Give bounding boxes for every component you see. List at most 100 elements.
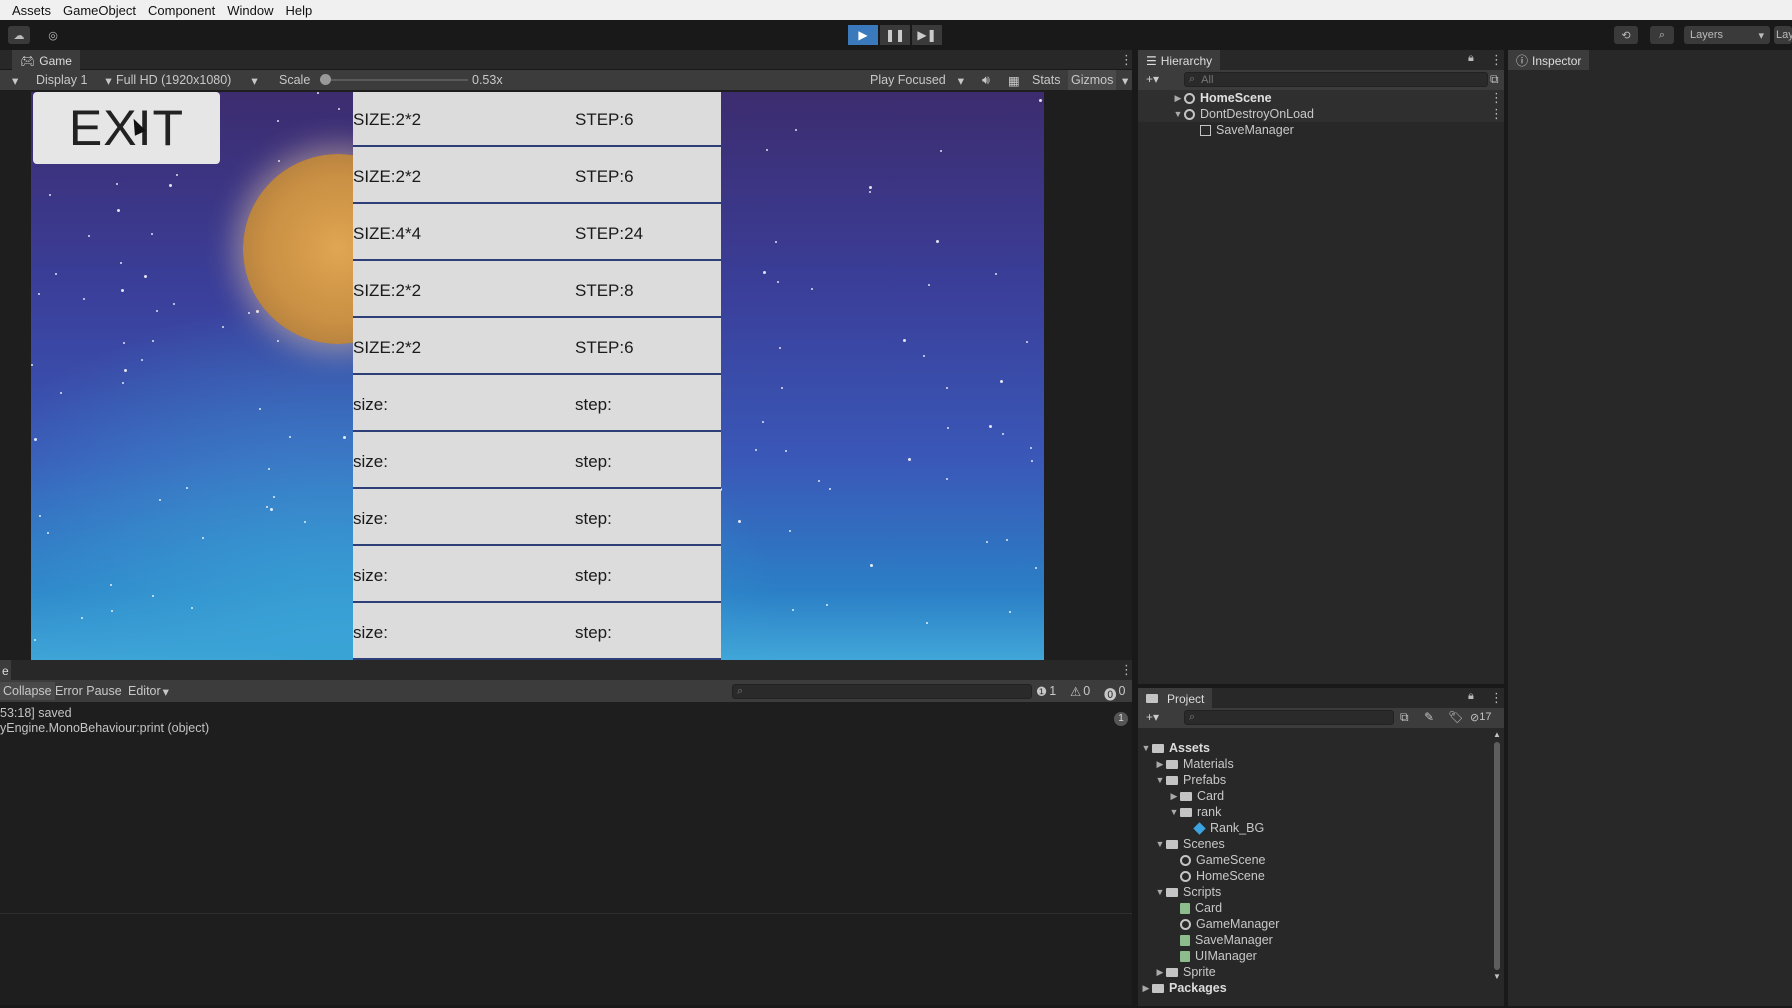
project-tree-item[interactable]: ▶ Card	[1138, 788, 1504, 804]
search-by-label-icon[interactable]: ✎	[1424, 710, 1434, 724]
cloud-icon[interactable]: ☁	[8, 26, 30, 44]
expand-arrow-icon[interactable]: ▶	[1154, 967, 1166, 978]
collapse-button[interactable]: Collapse	[0, 682, 55, 700]
collapse-arrow-icon[interactable]: ▼	[1172, 109, 1184, 119]
tag-icon[interactable]: 🏷︎	[1448, 710, 1463, 724]
collapse-arrow-icon[interactable]: ▼	[1154, 839, 1166, 849]
project-search-input[interactable]: ⌕	[1184, 710, 1394, 725]
audio-icon[interactable]: 🔊︎	[982, 70, 990, 90]
more-icon[interactable]: ⋮	[1120, 662, 1133, 678]
gameobject-icon	[1200, 124, 1211, 136]
project-tree-item[interactable]: ▼ Assets	[1138, 740, 1504, 756]
display-dropdown[interactable]: Display 1 ▾	[36, 70, 112, 90]
step-button[interactable]: ▶❚	[912, 25, 942, 45]
tab-inspector[interactable]: ⓘ Inspector	[1508, 50, 1590, 70]
info-count-toggle[interactable]: ❶ 1	[1036, 684, 1056, 699]
script-icon	[1180, 902, 1190, 914]
chevron-down-icon[interactable]: ▾	[1122, 70, 1128, 90]
project-tree-item[interactable]: HomeScene	[1138, 868, 1504, 884]
project-tree-item[interactable]: Rank_BG	[1138, 820, 1504, 836]
project-tree-item[interactable]: SaveManager	[1138, 932, 1504, 948]
scrollbar[interactable]	[1494, 742, 1500, 970]
collapse-arrow-icon[interactable]: ▼	[1168, 807, 1180, 817]
menu-component[interactable]: Component	[142, 3, 221, 18]
pause-button[interactable]: ❚❚	[880, 25, 910, 45]
lock-icon[interactable]: 🔒︎	[1468, 690, 1474, 703]
more-icon[interactable]: ⋮	[1490, 90, 1503, 106]
warning-count-toggle[interactable]: ⚠ 0	[1070, 684, 1090, 699]
rank-step: step:	[575, 395, 612, 414]
scroll-up-icon[interactable]: ▲	[1493, 730, 1501, 739]
layout-dropdown[interactable]: Lay	[1774, 26, 1792, 44]
console-divider	[0, 913, 1132, 914]
grid-icon[interactable]: ▦	[1008, 70, 1020, 90]
stats-button[interactable]: Stats	[1032, 70, 1061, 90]
more-icon[interactable]: ⋮	[1490, 52, 1503, 68]
tab-project[interactable]: Project	[1138, 688, 1213, 708]
search-icon[interactable]: ⌕	[1650, 26, 1674, 44]
star-dot	[755, 449, 757, 451]
collapse-arrow-icon[interactable]: ▼	[1154, 775, 1166, 785]
log-entry[interactable]: 53:18] saved yEngine.MonoBehaviour:print…	[0, 704, 1132, 736]
star-dot	[49, 194, 51, 196]
expand-arrow-icon[interactable]: ▶	[1168, 791, 1180, 802]
inspector-panel	[1508, 70, 1792, 1006]
gizmos-button[interactable]: Gizmos	[1068, 70, 1117, 90]
collapse-arrow-icon[interactable]: ▼	[1154, 887, 1166, 897]
add-dropdown[interactable]: +▾	[1146, 710, 1159, 724]
resolution-dropdown[interactable]: Full HD (1920x1080) ▾	[116, 70, 258, 90]
star-dot	[81, 617, 83, 619]
project-tree-item[interactable]: Card	[1138, 900, 1504, 916]
play-focused-dropdown[interactable]: Play Focused ▾	[870, 70, 964, 90]
tree-item-dontdestroyonload[interactable]: ▼ DontDestroyOnLoad ⋮	[1138, 106, 1504, 122]
tree-item-savemanager[interactable]: SaveManager	[1138, 122, 1504, 138]
star-dot	[176, 174, 178, 176]
project-tree-item[interactable]: ▼ rank	[1138, 804, 1504, 820]
tab-game[interactable]: 🎮︎ Game	[12, 50, 80, 70]
console-search-input[interactable]: ⌕	[732, 684, 1032, 699]
chevron-down-icon[interactable]: ▾	[12, 70, 18, 90]
history-icon[interactable]: ⟲	[1614, 26, 1638, 44]
error-pause-button[interactable]: Error Pause	[55, 684, 122, 698]
hidden-packages-toggle[interactable]: ⊘ 17	[1470, 711, 1491, 724]
project-tree-item[interactable]: UIManager	[1138, 948, 1504, 964]
play-button[interactable]: ▶	[848, 25, 878, 45]
tab-game-label: Game	[39, 53, 72, 68]
hierarchy-search-input[interactable]: ⌕ All	[1184, 72, 1488, 87]
menu-window[interactable]: Window	[221, 3, 279, 18]
menu-help[interactable]: Help	[279, 3, 318, 18]
menu-gameobject[interactable]: GameObject	[57, 3, 142, 18]
add-dropdown[interactable]: +▾	[1146, 72, 1159, 86]
more-icon[interactable]: ⋮	[1490, 690, 1503, 706]
tree-item-homescene[interactable]: ▶ HomeScene ⋮	[1138, 90, 1504, 106]
star-dot	[903, 339, 906, 342]
project-tree-item[interactable]: ▶ Materials	[1138, 756, 1504, 772]
editor-dropdown[interactable]: Editor ▾	[128, 684, 169, 699]
tab-hierarchy[interactable]: ☰ Hierarchy	[1138, 50, 1221, 70]
project-tree-item[interactable]: GameScene	[1138, 852, 1504, 868]
lock-icon[interactable]: 🔒︎	[1468, 52, 1474, 65]
more-icon[interactable]: ⋮	[1490, 106, 1503, 122]
expand-arrow-icon[interactable]: ▶	[1154, 759, 1166, 770]
exit-button[interactable]: EXIT	[33, 92, 220, 164]
scene-visibility-icon[interactable]: ⧉	[1490, 72, 1499, 87]
error-count-toggle[interactable]: ⓿ 0	[1104, 684, 1125, 703]
scroll-down-icon[interactable]: ▼	[1493, 972, 1501, 981]
more-icon[interactable]: ⋮	[1120, 52, 1133, 68]
tab-console[interactable]: e	[0, 660, 11, 680]
collapse-arrow-icon[interactable]: ▼	[1140, 743, 1152, 753]
project-tree-item[interactable]: ▼ Scripts	[1138, 884, 1504, 900]
project-tree-item[interactable]: ▼ Prefabs	[1138, 772, 1504, 788]
menu-assets[interactable]: Assets	[0, 3, 57, 18]
layers-dropdown[interactable]: Layers ▾	[1684, 26, 1770, 44]
collab-icon[interactable]: ◎	[44, 26, 62, 44]
expand-arrow-icon[interactable]: ▶	[1140, 983, 1152, 994]
scale-slider-thumb[interactable]	[320, 74, 331, 85]
scale-slider[interactable]	[320, 70, 468, 90]
project-tree-item[interactable]: GameManager	[1138, 916, 1504, 932]
project-tree-item[interactable]: ▼ Scenes	[1138, 836, 1504, 852]
search-by-type-icon[interactable]: ⧉	[1400, 710, 1409, 725]
project-tree-item[interactable]: ▶ Sprite	[1138, 964, 1504, 980]
expand-arrow-icon[interactable]: ▶	[1172, 93, 1184, 104]
project-tree-item[interactable]: ▶ Packages	[1138, 980, 1504, 996]
